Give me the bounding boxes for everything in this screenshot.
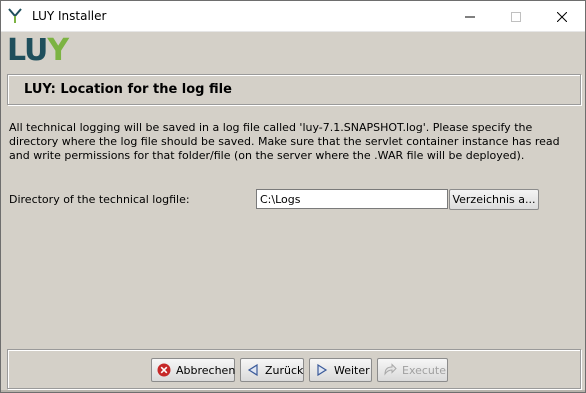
window-title: LUY Installer: [32, 9, 107, 23]
close-icon: [557, 11, 567, 22]
minimize-icon: [465, 16, 475, 17]
logo-text-lu: LU: [7, 33, 48, 68]
directory-label: Directory of the technical logfile:: [9, 193, 190, 206]
directory-input[interactable]: C:\Logs: [256, 189, 448, 209]
next-label: Weiter: [334, 363, 370, 377]
page-title: LUY: Location for the log file: [24, 82, 232, 97]
arrow-left-icon: [246, 362, 260, 378]
cancel-circle-icon: [157, 362, 171, 378]
close-button[interactable]: [539, 1, 585, 32]
cancel-button[interactable]: Abbrechen: [151, 358, 235, 382]
description-text: All technical logging will be saved in a…: [9, 121, 560, 162]
logo-text-y: Y: [47, 33, 69, 68]
next-button[interactable]: Weiter: [309, 358, 372, 382]
header-panel: LUY: Location for the log file: [7, 74, 581, 105]
arrow-right-icon: [315, 362, 329, 378]
installer-window: LUY Installer LUY LUY: Location for the …: [0, 0, 586, 393]
back-button[interactable]: Zurück: [240, 358, 304, 382]
browse-directory-button[interactable]: Verzeichnis a...: [449, 189, 539, 210]
luy-logo: LUY: [7, 33, 69, 68]
execute-arrow-icon: [383, 362, 397, 378]
client-area: LUY LUY: Location for the log file All t…: [1, 32, 585, 392]
luy-app-icon: [8, 8, 22, 23]
maximize-button[interactable]: [493, 1, 539, 32]
bottom-edge: [1, 390, 585, 392]
execute-button[interactable]: Execute: [377, 358, 448, 382]
back-label: Zurück: [265, 363, 304, 377]
maximize-icon: [511, 11, 521, 22]
title-bar[interactable]: LUY Installer: [1, 1, 585, 32]
cancel-label: Abbrechen: [176, 363, 236, 377]
execute-label: Execute: [402, 363, 446, 377]
minimize-button[interactable]: [447, 1, 493, 32]
